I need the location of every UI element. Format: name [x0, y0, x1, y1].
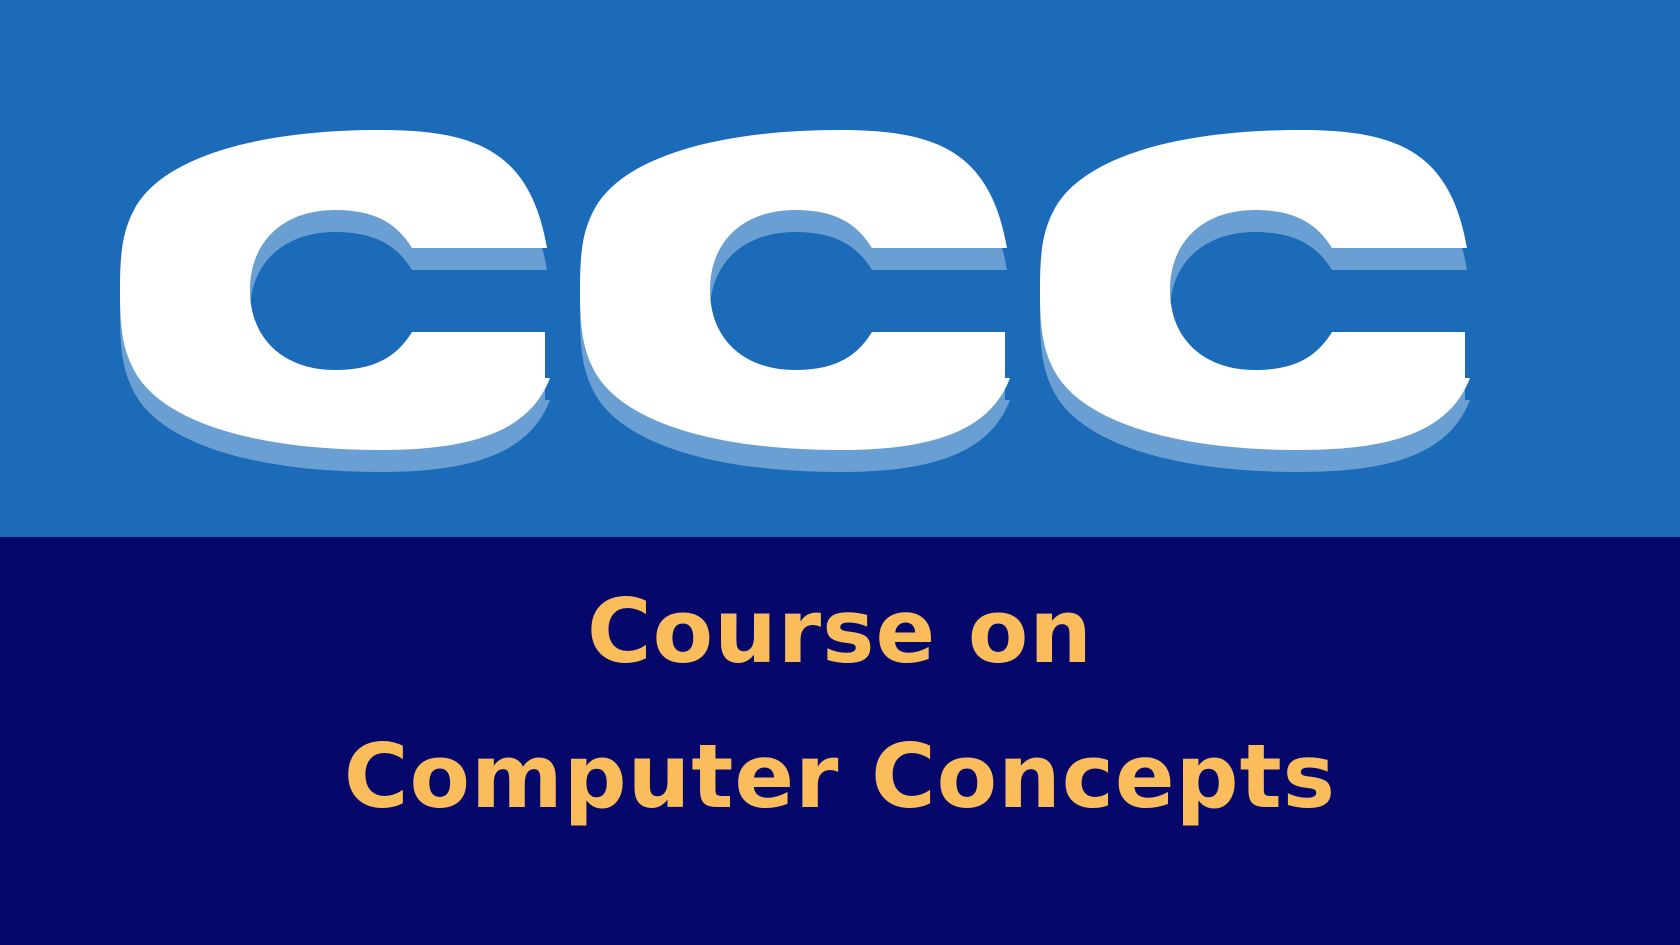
top-banner: [0, 0, 1680, 537]
subtitle-line-2: Computer Concepts: [343, 725, 1337, 828]
letter-c-3: [1040, 130, 1470, 450]
letter-c-1: [120, 130, 550, 450]
letter-c-2: [580, 130, 1010, 450]
logo-letters: [120, 130, 1470, 450]
ccc-logo: [120, 130, 1470, 472]
subtitle-line-1: Course on: [587, 580, 1093, 683]
